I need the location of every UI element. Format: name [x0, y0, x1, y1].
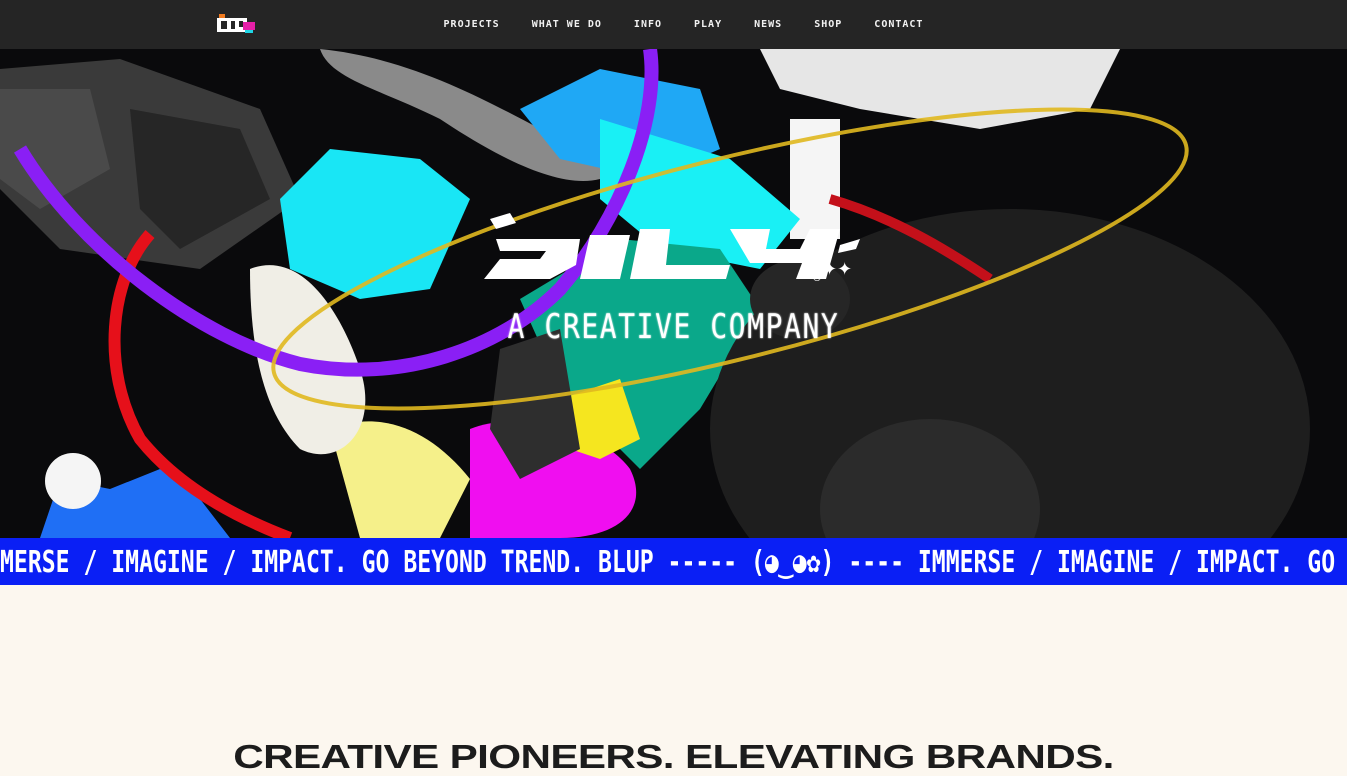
svg-text:®: ®	[812, 273, 822, 284]
nav-link-shop[interactable]: SHOP	[814, 19, 842, 30]
nav-link-play[interactable]: PLAY	[694, 19, 722, 30]
nav-link-contact[interactable]: CONTACT	[874, 19, 923, 30]
top-navigation-bar: PROJECTS WHAT WE DO INFO PLAY NEWS SHOP …	[0, 0, 1347, 49]
hero-brand-logo: ® ✦✦	[484, 213, 860, 284]
hero-tagline: A CREATIVE COMPANY	[507, 307, 840, 347]
ticker-text: MERSE / IMAGINE / IMPACT. GO BEYOND TREN…	[0, 545, 1347, 580]
nav-link-news[interactable]: NEWS	[754, 19, 782, 30]
hero-abstract-artwork	[0, 49, 1310, 538]
hero-video-banner: ® ✦✦ A CREATIVE COMPANY	[0, 49, 1347, 538]
nav-links: PROJECTS WHAT WE DO INFO PLAY NEWS SHOP …	[0, 0, 1347, 49]
svg-text:✦✦: ✦✦	[822, 259, 852, 280]
nav-link-info[interactable]: INFO	[634, 19, 662, 30]
nav-link-projects[interactable]: PROJECTS	[444, 19, 500, 30]
nav-link-what-we-do[interactable]: WHAT WE DO	[532, 19, 602, 30]
marquee-ticker: MERSE / IMAGINE / IMPACT. GO BEYOND TREN…	[0, 538, 1347, 585]
section-headline: CREATIVE PIONEERS. ELEVATING BRANDS.	[233, 738, 1114, 775]
